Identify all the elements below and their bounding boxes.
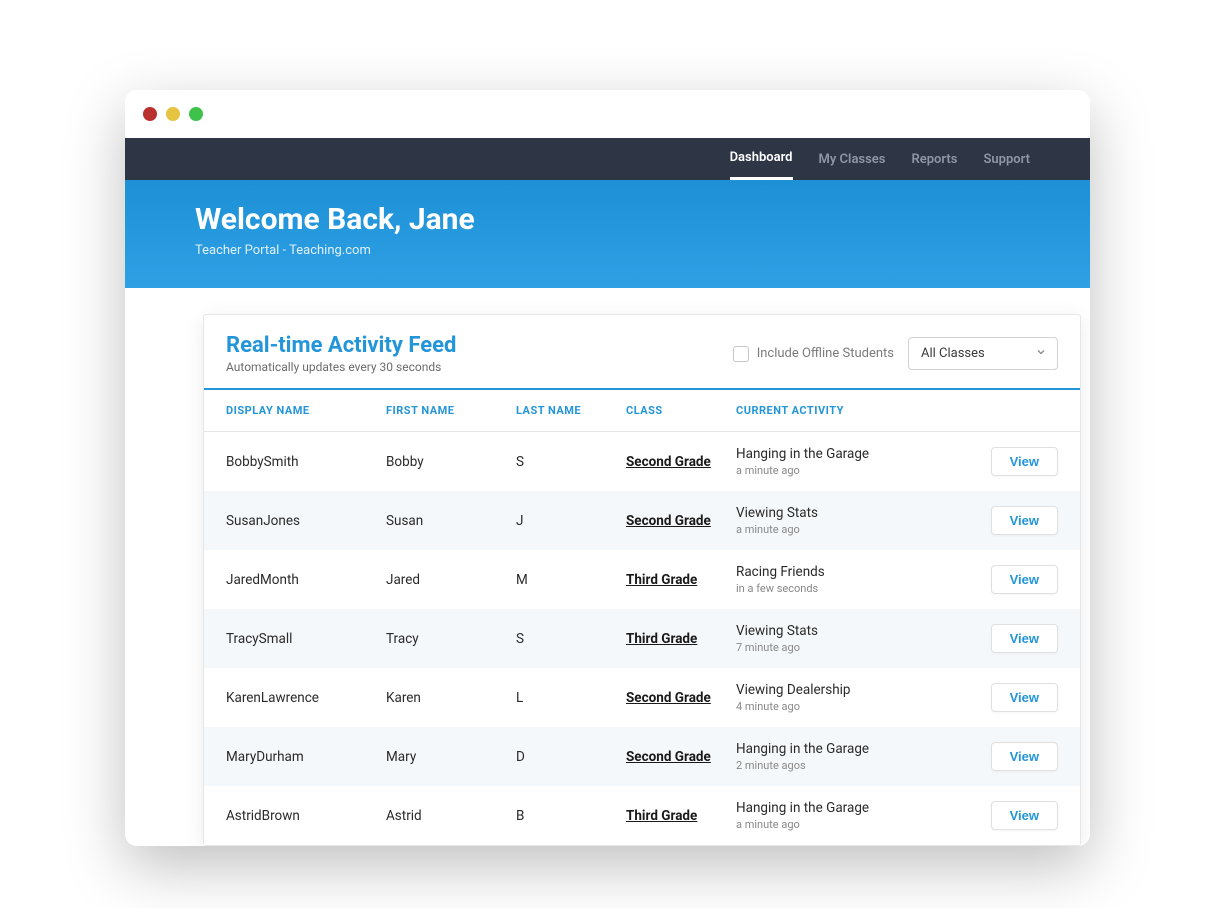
class-link[interactable]: Third Grade	[626, 572, 697, 588]
cell-last-name: L	[516, 690, 626, 706]
view-button[interactable]: View	[991, 624, 1058, 653]
include-offline-label: Include Offline Students	[757, 346, 894, 361]
class-filter-select[interactable]: All Classes	[908, 337, 1058, 370]
activity-title: Racing Friends	[736, 564, 946, 580]
activity-time: in a few seconds	[736, 582, 946, 595]
page-subtitle: Teacher Portal - Teaching.com	[195, 243, 1020, 258]
cell-display-name: TracySmall	[226, 631, 386, 647]
activity-feed-card: Real-time Activity Feed Automatically up…	[203, 314, 1081, 846]
view-button[interactable]: View	[991, 565, 1058, 594]
cell-first-name: Mary	[386, 749, 516, 765]
cell-last-name: J	[516, 513, 626, 529]
cell-first-name: Karen	[386, 690, 516, 706]
activity-title: Viewing Dealership	[736, 682, 946, 698]
cell-display-name: JaredMonth	[226, 572, 386, 588]
window-titlebar	[125, 90, 1090, 138]
class-link[interactable]: Second Grade	[626, 749, 711, 765]
view-button[interactable]: View	[991, 801, 1058, 830]
view-button[interactable]: View	[991, 742, 1058, 771]
activity-time: a minute ago	[736, 523, 946, 536]
activity-time: a minute ago	[736, 818, 946, 831]
table-body: BobbySmith Bobby S Second Grade Hanging …	[204, 432, 1080, 845]
checkbox-icon[interactable]	[733, 346, 749, 362]
close-window-icon[interactable]	[143, 107, 157, 121]
activity-time: 4 minute ago	[736, 700, 946, 713]
cell-display-name: KarenLawrence	[226, 690, 386, 706]
cell-last-name: B	[516, 808, 626, 824]
nav-reports[interactable]: Reports	[911, 138, 957, 180]
cell-display-name: MaryDurham	[226, 749, 386, 765]
table-row: SusanJones Susan J Second Grade Viewing …	[204, 491, 1080, 550]
class-link[interactable]: Second Grade	[626, 690, 711, 706]
content-area: Real-time Activity Feed Automatically up…	[125, 288, 1090, 846]
view-button[interactable]: View	[991, 447, 1058, 476]
class-link[interactable]: Third Grade	[626, 631, 697, 647]
cell-first-name: Jared	[386, 572, 516, 588]
class-link[interactable]: Second Grade	[626, 454, 711, 470]
table-row: AstridBrown Astrid B Third Grade Hanging…	[204, 786, 1080, 845]
activity-time: a minute ago	[736, 464, 946, 477]
table-row: JaredMonth Jared M Third Grade Racing Fr…	[204, 550, 1080, 609]
col-class: CLASS	[626, 404, 736, 417]
nav-support[interactable]: Support	[983, 138, 1030, 180]
col-display-name: DISPLAY NAME	[226, 404, 386, 417]
activity-time: 2 minute agos	[736, 759, 946, 772]
activity-title: Hanging in the Garage	[736, 800, 946, 816]
top-nav: Dashboard My Classes Reports Support	[125, 138, 1090, 180]
card-header: Real-time Activity Feed Automatically up…	[204, 315, 1080, 388]
table-header: DISPLAY NAME FIRST NAME LAST NAME CLASS …	[204, 388, 1080, 432]
table-row: TracySmall Tracy S Third Grade Viewing S…	[204, 609, 1080, 668]
table-row: BobbySmith Bobby S Second Grade Hanging …	[204, 432, 1080, 491]
maximize-window-icon[interactable]	[189, 107, 203, 121]
include-offline-toggle[interactable]: Include Offline Students	[733, 346, 894, 362]
cell-last-name: S	[516, 454, 626, 470]
col-current-activity: CURRENT ACTIVITY	[736, 404, 946, 417]
class-filter-value: All Classes	[921, 346, 985, 361]
view-button[interactable]: View	[991, 506, 1058, 535]
col-first-name: FIRST NAME	[386, 404, 516, 417]
activity-title: Viewing Stats	[736, 623, 946, 639]
app-window: Dashboard My Classes Reports Support Wel…	[125, 90, 1090, 846]
cell-display-name: BobbySmith	[226, 454, 386, 470]
nav-my-classes[interactable]: My Classes	[819, 138, 886, 180]
feed-title: Real-time Activity Feed	[226, 333, 733, 358]
chevron-down-icon	[1035, 346, 1047, 362]
cell-display-name: AstridBrown	[226, 808, 386, 824]
class-link[interactable]: Second Grade	[626, 513, 711, 529]
cell-last-name: M	[516, 572, 626, 588]
feed-subtitle: Automatically updates every 30 seconds	[226, 360, 733, 374]
cell-first-name: Tracy	[386, 631, 516, 647]
cell-display-name: SusanJones	[226, 513, 386, 529]
nav-dashboard[interactable]: Dashboard	[730, 138, 793, 180]
activity-title: Hanging in the Garage	[736, 741, 946, 757]
activity-time: 7 minute ago	[736, 641, 946, 654]
cell-first-name: Bobby	[386, 454, 516, 470]
view-button[interactable]: View	[991, 683, 1058, 712]
cell-first-name: Susan	[386, 513, 516, 529]
class-link[interactable]: Third Grade	[626, 808, 697, 824]
activity-title: Viewing Stats	[736, 505, 946, 521]
cell-last-name: D	[516, 749, 626, 765]
cell-last-name: S	[516, 631, 626, 647]
cell-first-name: Astrid	[386, 808, 516, 824]
minimize-window-icon[interactable]	[166, 107, 180, 121]
hero: Welcome Back, Jane Teacher Portal - Teac…	[125, 180, 1090, 288]
table-row: KarenLawrence Karen L Second Grade Viewi…	[204, 668, 1080, 727]
col-last-name: LAST NAME	[516, 404, 626, 417]
activity-title: Hanging in the Garage	[736, 446, 946, 462]
page-title: Welcome Back, Jane	[195, 202, 1020, 237]
table-row: MaryDurham Mary D Second Grade Hanging i…	[204, 727, 1080, 786]
